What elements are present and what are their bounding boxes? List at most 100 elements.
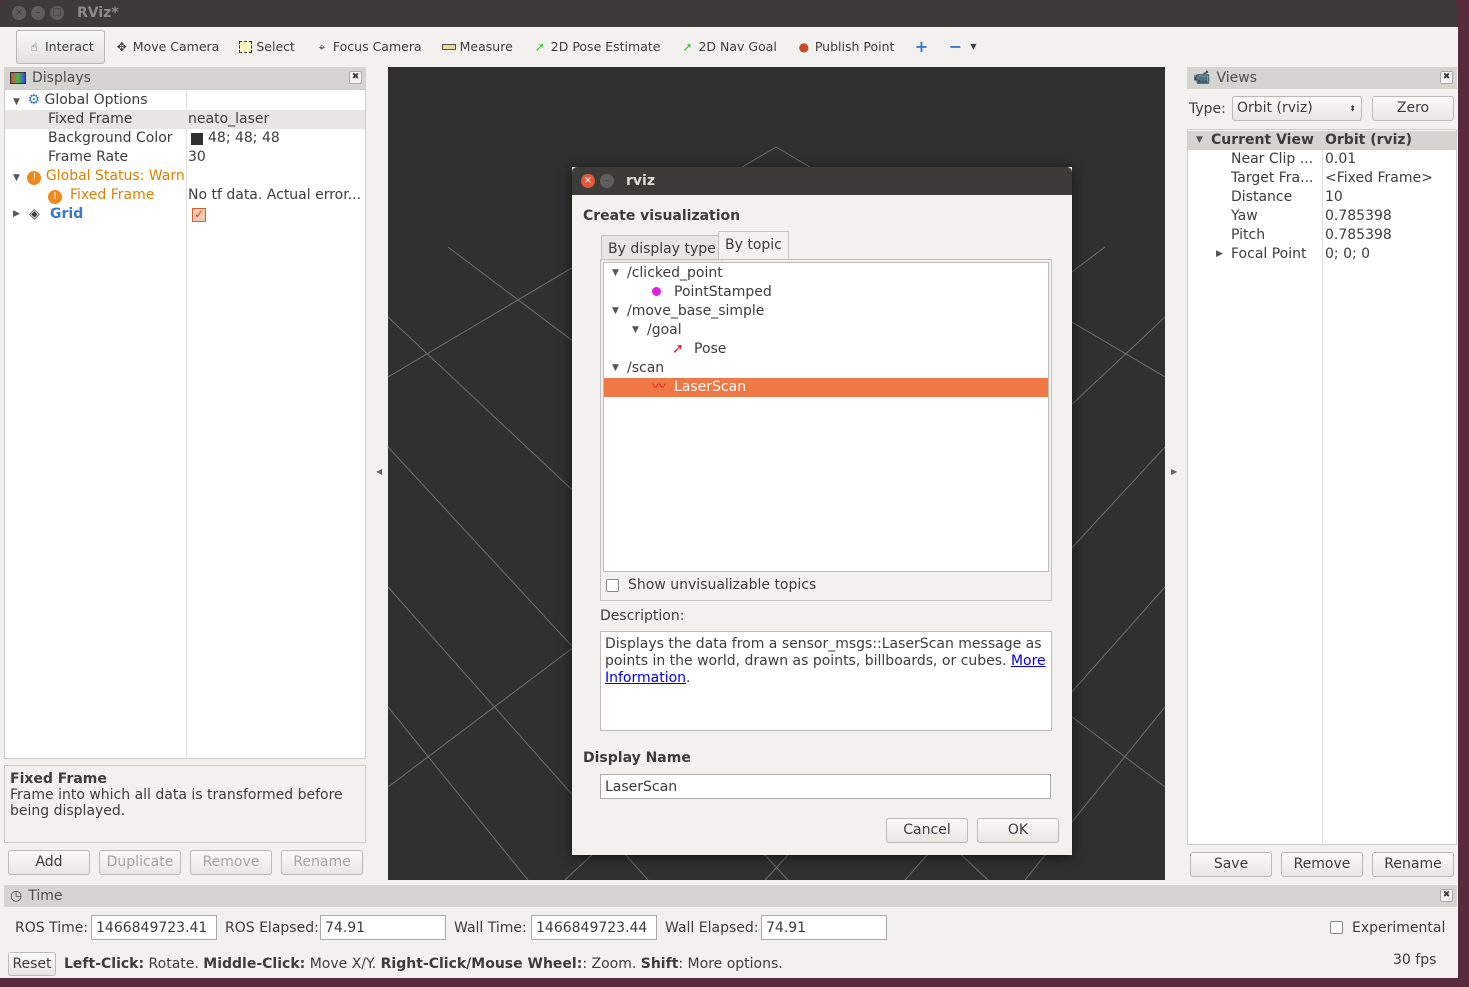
property-value: Orbit (rviz) (1325, 132, 1412, 148)
ros-time-field[interactable] (91, 915, 217, 940)
wall-elapsed-field[interactable] (761, 915, 887, 940)
fps-readout: 30 fps (1393, 952, 1437, 968)
select-value: Orbit (rviz) (1237, 100, 1313, 116)
close-icon[interactable]: ✖ (1440, 71, 1453, 84)
wall-elapsed-label: Wall Elapsed: (665, 920, 759, 936)
topic-item[interactable]: ➚ Pose (604, 340, 1048, 359)
property-row[interactable]: Frame Rate 30 (5, 148, 365, 167)
cancel-button[interactable]: Cancel (886, 818, 968, 843)
dialog-close-button[interactable]: × (581, 174, 595, 188)
collapse-right-handle[interactable]: ▶ (1171, 467, 1177, 476)
focus-camera-tool[interactable]: ⌖ Focus Camera (305, 30, 432, 64)
select-box-icon (239, 40, 253, 53)
panel-title: Displays (32, 70, 91, 86)
view-property-row[interactable]: Target Fra... <Fixed Frame> (1188, 169, 1456, 188)
expand-icon[interactable]: ▼ (632, 321, 642, 340)
tab-by-topic[interactable]: By topic (718, 231, 789, 259)
property-value: No tf data. Actual error... (188, 187, 362, 203)
property-value: 0.785398 (1325, 208, 1392, 224)
dialog-minimize-button[interactable]: – (600, 174, 614, 188)
reset-button[interactable]: Reset (8, 952, 56, 976)
select-tool[interactable]: Select (229, 30, 305, 64)
more-information-link[interactable]: Information (605, 670, 686, 686)
property-row[interactable]: Background Color 48; 48; 48 (5, 129, 365, 148)
save-view-button[interactable]: Save (1190, 852, 1272, 877)
item-label: Global Status: Warn (45, 168, 185, 184)
minus-icon: − (948, 36, 963, 56)
measure-tool[interactable]: Measure (432, 30, 523, 64)
views-panel: 📹 Views ✖ Type: Orbit (rviz) ⬍ Zero ▼ Curre… (1187, 67, 1457, 846)
zero-button[interactable]: Zero (1372, 96, 1454, 121)
topic-item[interactable]: ▼ /goal (604, 321, 1048, 340)
topic-item[interactable]: ▼ /move_base_simple (604, 302, 1048, 321)
ros-time-label: ROS Time: (15, 920, 89, 936)
interact-tool[interactable]: ☝ Interact (16, 29, 105, 64)
more-information-link[interactable]: More (1011, 653, 1046, 669)
topic-item[interactable]: ▼ /clicked_point (604, 264, 1048, 283)
tab-by-display-type[interactable]: By display type (601, 235, 723, 261)
topic-item[interactable]: ▼ /scan (604, 359, 1048, 378)
tool-label: Measure (459, 39, 513, 54)
remove-tool-button[interactable]: − ▼ (938, 30, 990, 64)
add-tool-button[interactable]: + (904, 30, 938, 64)
rename-view-button[interactable]: Rename (1372, 852, 1454, 877)
description-text: Frame into which all data is transformed… (10, 787, 343, 819)
view-property-row[interactable]: Distance 10 (1188, 188, 1456, 207)
laserscan-icon: 〰 (652, 379, 666, 395)
topic-item[interactable]: PointStamped (604, 283, 1048, 302)
expand-icon[interactable]: ▼ (612, 302, 622, 321)
add-display-button[interactable]: Add (8, 850, 90, 875)
maximize-window-button[interactable]: □ (50, 6, 64, 20)
tree-item-global-status[interactable]: ▼ ! Global Status: Warn (13, 167, 185, 186)
property-row[interactable]: Fixed Frame neato_laser (5, 110, 365, 129)
display-name-input[interactable] (600, 774, 1051, 799)
view-property-row[interactable]: ▶ Focal Point 0; 0; 0 (1188, 245, 1456, 264)
grid-enabled-checkbox[interactable]: ✓ (192, 208, 206, 222)
topic-label: PointStamped (674, 284, 772, 300)
expand-icon[interactable]: ▼ (612, 359, 622, 378)
experimental-checkbox[interactable] (1330, 921, 1343, 934)
move-camera-tool[interactable]: ✥ Move Camera (105, 30, 230, 64)
topic-label: /goal (647, 322, 682, 338)
view-property-row[interactable]: Pitch 0.785398 (1188, 226, 1456, 245)
property-value: 48; 48; 48 (208, 130, 280, 146)
publish-point-tool[interactable]: ● Publish Point (787, 30, 905, 64)
warning-icon: ! (27, 171, 42, 185)
current-view-row[interactable]: ▼ Current View Orbit (rviz) (1188, 131, 1456, 150)
view-type-select[interactable]: Orbit (rviz) ⬍ (1232, 96, 1362, 121)
property-name: Distance (1231, 189, 1293, 205)
topic-item[interactable]: 〰 LaserScan (604, 378, 1048, 397)
minimize-window-button[interactable]: – (31, 6, 45, 20)
remove-display-button[interactable]: Remove (190, 850, 272, 875)
topic-label: Pose (694, 341, 727, 357)
tool-label: Interact (45, 39, 94, 54)
duplicate-display-button[interactable]: Duplicate (99, 850, 181, 875)
tree-item-grid[interactable]: ▶ ◈ Grid ✓ (5, 205, 365, 224)
time-panel-header: ◷ Time ✖ (4, 885, 1457, 907)
tree-item-global-options[interactable]: ▼ ⚙ Global Options (13, 91, 148, 110)
wall-time-field[interactable] (531, 915, 657, 940)
create-visualization-dialog: × – rviz Create visualization By display… (572, 167, 1072, 855)
topic-tree: ▼ /clicked_point PointStamped ▼ /move_base_s… (603, 262, 1049, 572)
close-icon[interactable]: ✖ (349, 71, 362, 84)
close-icon[interactable]: ✖ (1440, 889, 1453, 902)
close-window-button[interactable]: × (12, 6, 26, 20)
show-unvisualizable-label: Show unvisualizable topics (628, 577, 817, 593)
expand-icon[interactable]: ▼ (612, 264, 622, 283)
remove-view-button[interactable]: Remove (1281, 852, 1363, 877)
property-name: Fixed Frame (48, 111, 133, 127)
move-camera-icon: ✥ (116, 39, 127, 54)
2d-pose-estimate-tool[interactable]: ➚ 2D Pose Estimate (523, 30, 671, 64)
ros-elapsed-field[interactable] (320, 915, 446, 940)
ok-button[interactable]: OK (977, 818, 1059, 843)
2d-nav-goal-tool[interactable]: ➚ 2D Nav Goal (670, 30, 786, 64)
topic-label: LaserScan (674, 379, 747, 395)
collapse-left-handle[interactable]: ◀ (376, 467, 382, 476)
view-property-row[interactable]: Near Clip ... 0.01 (1188, 150, 1456, 169)
view-property-row[interactable]: Yaw 0.785398 (1188, 207, 1456, 226)
rename-display-button[interactable]: Rename (281, 850, 363, 875)
expand-icon[interactable]: ▶ (1216, 245, 1226, 264)
status-row[interactable]: ! Fixed Frame No tf data. Actual error... (5, 186, 365, 205)
show-unvisualizable-checkbox[interactable] (606, 579, 619, 592)
displays-panel: Displays ✖ ▼ ⚙ Global Options Fixed Fram… (4, 67, 366, 845)
